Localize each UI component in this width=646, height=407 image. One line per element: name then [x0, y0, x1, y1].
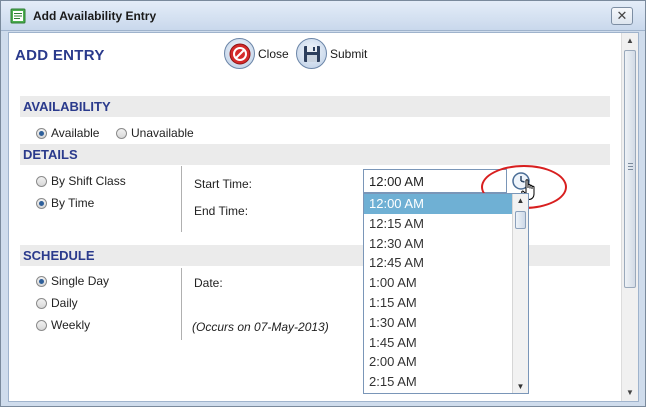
- radio-daily-label: Daily: [51, 296, 78, 310]
- radio-unavailable-dot: [116, 127, 127, 139]
- time-option[interactable]: 12:00 AM: [364, 194, 512, 214]
- form-icon: [10, 8, 26, 24]
- dialog-content: ADD ENTRY Close Submit AVAILABILITY Avai…: [8, 32, 639, 402]
- radio-by-shift-class-dot: [36, 175, 47, 187]
- radio-daily-dot: [36, 297, 47, 309]
- radio-single-day[interactable]: Single Day: [36, 274, 109, 288]
- time-option[interactable]: 2:15 AM: [364, 372, 512, 392]
- window-close-button[interactable]: ✕: [611, 7, 633, 25]
- close-button[interactable]: Close: [224, 38, 289, 69]
- radio-by-time[interactable]: By Time: [36, 196, 94, 210]
- scroll-down-icon[interactable]: ▼: [622, 385, 638, 401]
- close-x-icon: ✕: [616, 8, 628, 23]
- radio-available-label: Available: [51, 126, 100, 140]
- grip-icon: [628, 163, 633, 172]
- radio-weekly-dot: [36, 319, 47, 331]
- dialog-scroll-thumb[interactable]: [624, 50, 636, 288]
- time-options-list: 12:00 AM 12:15 AM 12:30 AM 12:45 AM 1:00 AM 1…: [364, 194, 528, 392]
- start-time-label: Start Time:: [194, 177, 253, 191]
- submit-button[interactable]: Submit: [296, 38, 367, 69]
- radio-weekly-label: Weekly: [51, 318, 91, 332]
- dropdown-scroll-thumb[interactable]: [515, 211, 526, 229]
- details-divider: [181, 166, 182, 232]
- radio-single-day-label: Single Day: [51, 274, 110, 288]
- time-option[interactable]: 1:15 AM: [364, 293, 512, 313]
- radio-daily[interactable]: Daily: [36, 296, 78, 310]
- dialog-scrollbar[interactable]: ▲ ▼: [621, 33, 638, 401]
- radio-by-time-label: By Time: [51, 196, 95, 210]
- radio-by-shift-class[interactable]: By Shift Class: [36, 174, 126, 188]
- time-option[interactable]: 1:00 AM: [364, 273, 512, 293]
- window-title: Add Availability Entry: [33, 9, 157, 23]
- time-option[interactable]: 12:45 AM: [364, 253, 512, 273]
- radio-weekly[interactable]: Weekly: [36, 318, 90, 332]
- start-time-dropdown[interactable]: 12:00 AM 12:15 AM 12:30 AM 12:45 AM 1:00 AM 1…: [363, 193, 529, 394]
- radio-available-dot: [36, 127, 47, 139]
- details-section-header: DETAILS: [20, 144, 610, 165]
- time-option[interactable]: 12:15 AM: [364, 214, 512, 234]
- radio-unavailable[interactable]: Unavailable: [116, 126, 194, 140]
- time-option[interactable]: 12:30 AM: [364, 234, 512, 254]
- time-option[interactable]: 1:45 AM: [364, 333, 512, 353]
- radio-available[interactable]: Available: [36, 126, 99, 140]
- date-label: Date:: [194, 276, 223, 290]
- submit-button-label: Submit: [330, 46, 368, 61]
- dialog-window: Add Availability Entry ✕ ADD ENTRY Close: [0, 0, 646, 407]
- end-time-label: End Time:: [194, 204, 249, 218]
- occurs-note: (Occurs on 07-May-2013): [192, 320, 329, 334]
- close-icon: [224, 38, 255, 69]
- dropdown-scrollbar[interactable]: ▲ ▼: [512, 194, 528, 393]
- title-bar[interactable]: Add Availability Entry ✕: [1, 1, 645, 31]
- schedule-section-label: SCHEDULE: [23, 248, 95, 263]
- radio-unavailable-label: Unavailable: [131, 126, 194, 140]
- scroll-down-arrow-icon[interactable]: ▼: [513, 380, 528, 393]
- page-title: ADD ENTRY: [15, 47, 105, 64]
- scroll-up-icon[interactable]: ▲: [622, 33, 638, 49]
- save-disk-icon: [296, 38, 327, 69]
- schedule-divider: [181, 268, 182, 340]
- close-button-label: Close: [258, 46, 289, 61]
- scroll-up-arrow-icon[interactable]: ▲: [513, 194, 528, 207]
- availability-section-label: AVAILABILITY: [23, 99, 111, 114]
- radio-by-time-dot: [36, 197, 47, 209]
- time-option[interactable]: 1:30 AM: [364, 313, 512, 333]
- radio-by-shift-class-label: By Shift Class: [51, 174, 126, 188]
- time-option[interactable]: 2:00 AM: [364, 352, 512, 372]
- availability-section-header: AVAILABILITY: [20, 96, 610, 117]
- details-section-label: DETAILS: [23, 147, 78, 162]
- radio-single-day-dot: [36, 275, 47, 287]
